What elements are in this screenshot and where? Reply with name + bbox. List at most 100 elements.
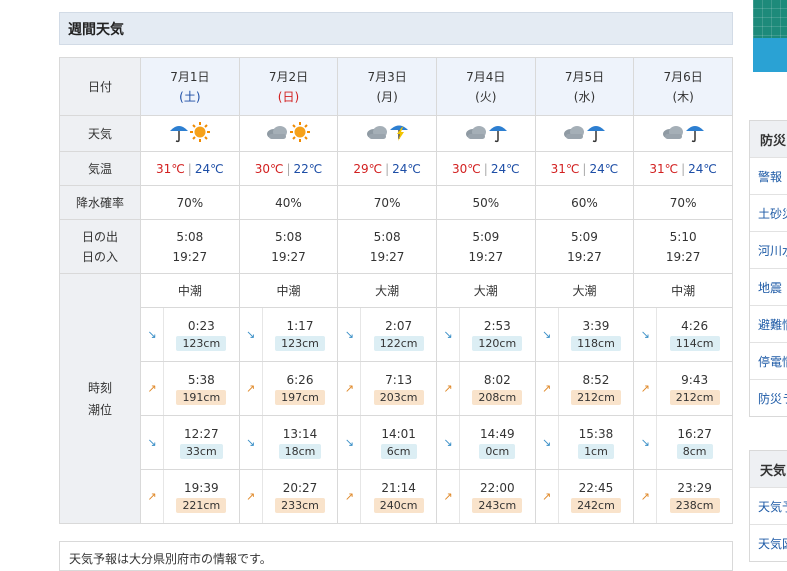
label-sunset: 日の入: [81, 249, 118, 264]
sun-cell: 5:08 19:27: [140, 219, 240, 274]
arrow-up-right-icon: ↗: [344, 382, 354, 395]
tide-time: 7:13: [385, 372, 413, 387]
low-tide-level: 0cm: [479, 443, 516, 459]
tide-cell: ↘ 2:07 122cm: [337, 307, 437, 362]
arrow-down-right-icon: ↘: [246, 328, 256, 341]
tide-cell: ↘ 15:38 1cm: [534, 415, 635, 470]
sun-cell: 5:09 19:27: [435, 219, 536, 274]
day-date: 7月1日: [170, 69, 210, 84]
day-header: 7月4日 (火): [435, 57, 536, 116]
arrow-up-right-icon: ↗: [246, 382, 256, 395]
sidebar-link[interactable]: 警報: [750, 157, 787, 194]
tide-cell: ↘ 12:27 33cm: [140, 415, 240, 470]
low-tide-level: 18cm: [278, 443, 322, 459]
precipitation-cell: 40%: [238, 185, 339, 220]
sun-cell: 5:08 19:27: [337, 219, 437, 274]
day-header: 7月2日 (日): [238, 57, 339, 116]
high-temp: 30℃: [452, 161, 481, 176]
temp-separator: |: [187, 161, 192, 176]
tide-cell: ↘ 14:01 6cm: [337, 415, 437, 470]
day-header: 7月6日 (木): [633, 57, 733, 116]
day-header: 7月3日 (月): [337, 57, 437, 116]
weather-cell: [534, 115, 635, 152]
low-temp: 24℃: [392, 161, 421, 176]
sunrise-time: 5:08: [275, 229, 302, 244]
temperature-cell: 30℃ | 24℃: [435, 151, 536, 186]
tide-cell: ↘ 16:27 8cm: [633, 415, 733, 470]
arrow-up-right-icon: ↗: [542, 490, 552, 503]
low-temp: 24℃: [589, 161, 619, 176]
low-temp: 24℃: [490, 161, 520, 176]
cloud-icon: [365, 123, 389, 144]
temp-separator: |: [286, 161, 291, 176]
high-tide-level: 243cm: [472, 497, 523, 513]
sunrise-time: 5:09: [570, 229, 598, 244]
tide-row: ↘ 12:27 33cm ↘ 13:14 18cm ↘ 14:01 6cm ↘ 14:49 0cm ↘ 1…: [60, 415, 733, 470]
sidebar-link[interactable]: 天気図: [750, 524, 787, 561]
tide-time: 8:52: [582, 372, 610, 387]
sidebar-link[interactable]: 天気予: [750, 487, 787, 524]
tide-cell: ↗ 8:02 208cm: [435, 361, 536, 416]
tide-type-cell: 中潮: [140, 273, 240, 308]
sidebar-link[interactable]: 停電情: [750, 342, 787, 379]
weather-cell: [633, 115, 733, 152]
tide-cell: ↘ 1:17 123cm: [238, 307, 339, 362]
temperature-cell: 30℃ | 22℃: [238, 151, 339, 186]
low-tide-level: 118cm: [571, 335, 621, 351]
tide-time: 8:02: [483, 372, 511, 387]
tide-cell: ↘ 13:14 18cm: [238, 415, 339, 470]
temperature-row: 気温 31℃ | 24℃ 30℃ | 22℃ 29℃ | 24℃ 30℃ | 24℃ 31℃ | 24℃ 31℃…: [59, 151, 733, 186]
sidebar-link[interactable]: 土砂災: [750, 194, 787, 231]
tide-time: 16:27: [677, 426, 712, 441]
sidebar-link[interactable]: 防災ラ: [750, 379, 787, 416]
sidebar-title-weather: 天気: [750, 451, 787, 487]
tide-cell: ↗ 7:13 203cm: [337, 361, 437, 416]
high-tide-level: 233cm: [275, 497, 325, 513]
arrow-up-right-icon: ↗: [640, 490, 650, 503]
precipitation-cell: 70%: [337, 185, 437, 220]
tide-time: 2:53: [483, 318, 511, 333]
day-date: 7月6日: [663, 69, 703, 84]
tide-time: 22:45: [578, 480, 614, 495]
row-label-sun: 日の出 日の入: [59, 219, 141, 274]
tide-time: 4:26: [681, 318, 709, 333]
temperature-cell: 31℃ | 24℃: [534, 151, 635, 186]
arrow-down-right-icon: ↘: [246, 436, 256, 449]
tide-time: 5:38: [187, 372, 215, 387]
precipitation-cell: 70%: [140, 185, 240, 220]
high-tide-level: 197cm: [275, 389, 325, 405]
day-of-week: (木): [672, 89, 694, 104]
sun-icon: [189, 121, 211, 146]
cloud-icon: [661, 123, 685, 144]
row-label-weather: 天気: [59, 115, 141, 152]
tide-type-cell: 大潮: [435, 273, 536, 308]
temperature-cell: 31℃ | 24℃: [633, 151, 733, 186]
high-tide-level: 203cm: [373, 389, 424, 405]
low-temp: 22℃: [293, 161, 323, 176]
sunrise-time: 5:10: [669, 229, 697, 244]
sidebar-disaster: 防災 警報土砂災河川水地震避難情停電情防災ラ: [749, 120, 787, 417]
sunset-time: 19:27: [665, 249, 701, 264]
high-temp: 30℃: [254, 161, 284, 176]
temperature-cell: 29℃ | 24℃: [337, 151, 437, 186]
tide-cell: ↘ 3:39 118cm: [534, 307, 635, 362]
day-header: 7月1日 (土): [140, 57, 240, 116]
high-tide-level: 242cm: [571, 497, 621, 513]
label-tide-level: 潮位: [87, 402, 112, 417]
tide-cell: ↗ 19:39 221cm: [140, 469, 240, 524]
precipitation-cell: 70%: [633, 185, 733, 220]
tide-type-row: 時刻 潮位 中潮 中潮 大潮 大潮 大潮 中潮: [59, 273, 733, 524]
sidebar-link[interactable]: 河川水: [750, 231, 787, 268]
tide-cell: ↗ 9:43 212cm: [633, 361, 733, 416]
sidebar-link[interactable]: 地震: [750, 268, 787, 305]
sidebar-link[interactable]: 避難情: [750, 305, 787, 342]
banner-image[interactable]: [753, 0, 787, 72]
low-temp: 24℃: [688, 161, 717, 176]
sunrise-time: 5:08: [176, 229, 204, 244]
tide-time: 12:27: [184, 426, 219, 441]
sunset-time: 19:27: [468, 249, 504, 264]
weather-cell: [337, 115, 437, 152]
tide-time: 20:27: [282, 480, 318, 495]
arrow-down-right-icon: ↘: [640, 436, 650, 449]
high-temp: 31℃: [649, 161, 679, 176]
